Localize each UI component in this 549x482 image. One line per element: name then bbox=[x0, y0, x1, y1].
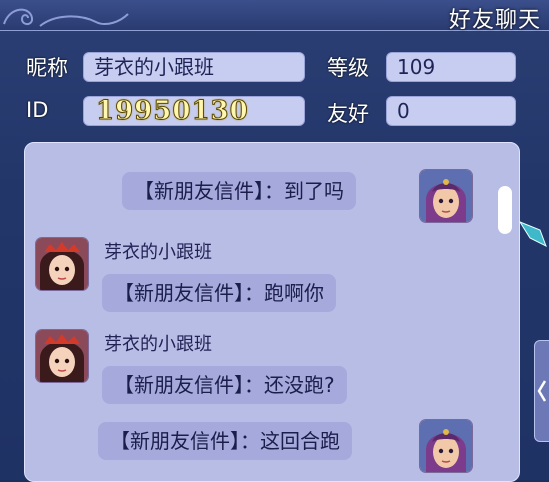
id-number: 19950130 bbox=[96, 96, 249, 127]
chat-bubble: 【新朋友信件】：跑啊你 bbox=[102, 274, 336, 312]
level-label: 等级 bbox=[327, 56, 369, 80]
id-label: ID bbox=[26, 98, 49, 122]
chat-window: 好友聊天 昵称 芽衣的小跟班 等级 109 ID 19950130 友好 0 【… bbox=[0, 0, 549, 482]
chat-bubble: 【新朋友信件】：还没跑? bbox=[102, 366, 347, 404]
self-avatar[interactable] bbox=[420, 170, 472, 222]
nickname-label: 昵称 bbox=[26, 56, 68, 80]
id-field: 19950130 bbox=[83, 96, 305, 127]
friend-avatar[interactable] bbox=[36, 238, 88, 290]
chat-bubble: 【新朋友信件】：这回合跑 bbox=[98, 422, 352, 460]
window-title: 好友聊天 bbox=[448, 8, 541, 33]
sender-name: 芽衣的小跟班 bbox=[104, 242, 212, 263]
sender-name: 芽衣的小跟班 bbox=[104, 334, 212, 355]
self-avatar[interactable] bbox=[420, 420, 472, 472]
gem-icon bbox=[518, 220, 547, 248]
level-field: 109 bbox=[386, 52, 516, 82]
friendship-field: 0 bbox=[386, 96, 516, 126]
cloud-swirl-icon bbox=[3, 8, 129, 27]
title-bar[interactable]: 好友聊天 bbox=[0, 0, 549, 33]
chat-bubble: 【新朋友信件】：到了吗 bbox=[122, 172, 356, 210]
side-tab[interactable] bbox=[534, 340, 549, 442]
friendship-label: 友好 bbox=[327, 102, 369, 126]
chevron-left-icon bbox=[537, 380, 547, 402]
chat-scrollbar[interactable] bbox=[498, 186, 512, 234]
friend-avatar[interactable] bbox=[36, 330, 88, 382]
nickname-field: 芽衣的小跟班 bbox=[83, 52, 305, 82]
